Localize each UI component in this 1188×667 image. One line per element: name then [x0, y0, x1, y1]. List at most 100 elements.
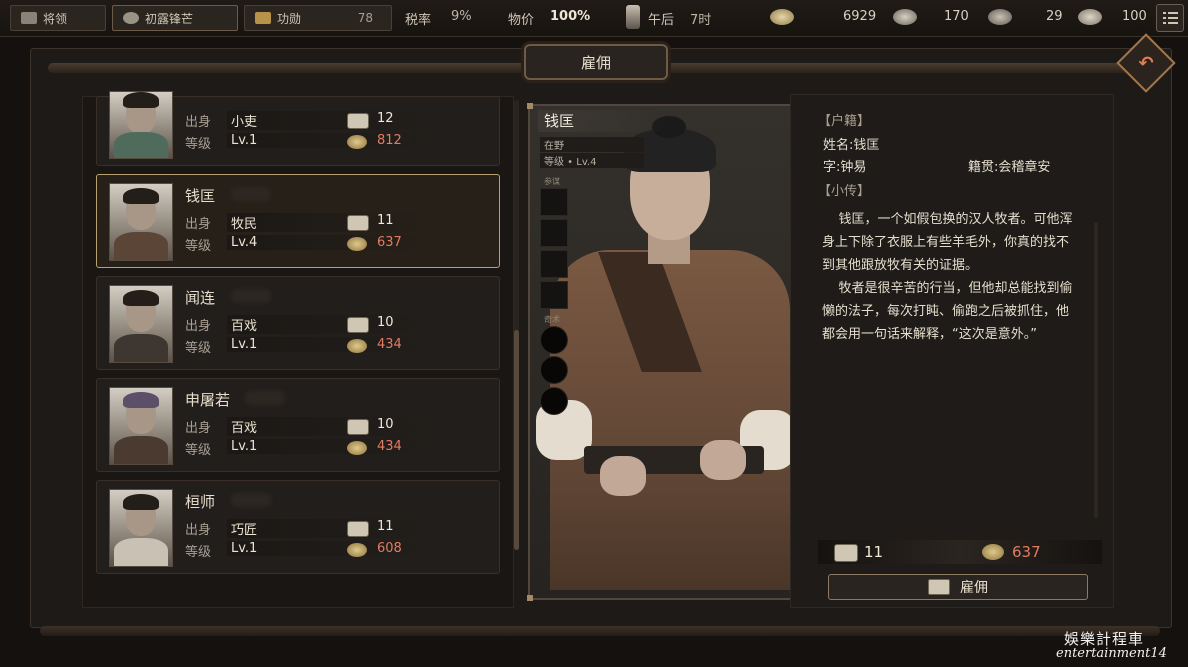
character-level: 等级 • Lv.4 — [540, 153, 644, 168]
origin-label: 出身 — [185, 319, 212, 334]
banner-icon — [21, 12, 37, 24]
coin-cost: 637 — [377, 235, 402, 250]
name-blur — [245, 391, 285, 405]
origin-value: 巧匠 — [227, 519, 431, 538]
skill-slot[interactable] — [540, 219, 568, 247]
price-label: 物价 — [508, 13, 535, 28]
name-line: 姓名:钱匡 — [823, 138, 880, 153]
hand-right — [700, 440, 746, 480]
coin-cost: 608 — [377, 541, 402, 556]
scroll-cost: 12 — [377, 111, 394, 126]
name-blur — [231, 187, 271, 201]
tab-first-blood[interactable]: 初露锋芒 — [112, 5, 238, 31]
grain-icon — [893, 9, 917, 25]
back-arrow-icon: ↶ — [1138, 52, 1154, 74]
origin-value: 百戏 — [227, 417, 431, 436]
hometown-line: 籍贯:会稽章安 — [968, 160, 1051, 175]
level-label: 等级 — [185, 443, 212, 458]
arcana-slot[interactable] — [540, 326, 568, 354]
coin-icon — [347, 543, 367, 557]
arcana-slot[interactable] — [540, 356, 568, 384]
hire-scroll-cost: 11 — [864, 543, 884, 561]
scroll-value: 100 — [1122, 9, 1147, 24]
price-value: 100% — [550, 9, 591, 24]
food-value: 170 — [944, 9, 969, 24]
candidate-card[interactable]: 闻连 出身 百戏 等级 Lv.1 10 434 — [96, 276, 500, 370]
origin-value: 百戏 — [227, 315, 431, 334]
candidate-card-selected[interactable]: 钱匡 出身 牧民 等级 Lv.4 11 637 — [96, 174, 500, 268]
menu-button[interactable] — [1156, 4, 1184, 32]
avatar — [109, 91, 173, 159]
hire-button[interactable]: 雇佣 — [828, 574, 1088, 600]
coin-icon — [347, 339, 367, 353]
candidate-name: 钱匡 — [185, 187, 216, 205]
money-value: 6929 — [843, 9, 877, 24]
tab-generals-label: 将领 — [43, 11, 68, 26]
skill-slot[interactable] — [540, 250, 568, 278]
skill-slot[interactable] — [540, 188, 568, 216]
skill-slot[interactable] — [540, 281, 568, 309]
candidate-name: 闻连 — [185, 289, 216, 307]
ore-icon — [988, 9, 1012, 25]
scrollbar-thumb[interactable] — [514, 330, 519, 550]
avatar — [109, 285, 173, 363]
coin-icon — [770, 9, 794, 25]
level-label: 等级 — [185, 341, 212, 356]
scroll-icon — [347, 113, 369, 129]
biography-heading: 【小传】 — [818, 184, 871, 199]
tax-label: 税率 — [405, 13, 432, 28]
character-status: 在野 — [540, 137, 644, 152]
top-status-bar: 将领 初露锋芒 功勋 78 税率 9% 物价 100% 午后 7时 6929 1… — [0, 0, 1188, 37]
advisor-slot-label: 参谋 — [544, 177, 560, 186]
scroll-icon — [347, 317, 369, 333]
time-period: 午后 — [648, 13, 675, 28]
biography-scrollbar[interactable] — [1094, 222, 1098, 518]
tax-value: 9% — [451, 9, 472, 24]
candidate-name: 桓师 — [185, 493, 216, 511]
scroll-icon — [1078, 9, 1102, 25]
origin-value: 牧民 — [227, 213, 431, 232]
iron-value: 29 — [1046, 9, 1063, 24]
scroll-cost: 10 — [377, 315, 394, 330]
avatar — [109, 183, 173, 261]
tab-generals[interactable]: 将领 — [10, 5, 106, 31]
scroll-icon — [347, 419, 369, 435]
merit-display[interactable]: 功勋 78 — [244, 5, 392, 31]
coin-icon — [982, 544, 1004, 560]
arcana-slot[interactable] — [540, 387, 568, 415]
candidate-card[interactable]: 出身 小吏 等级 Lv.1 12 812 — [96, 91, 500, 166]
merit-value: 78 — [357, 11, 373, 25]
tab-first-blood-label: 初露锋芒 — [145, 11, 194, 26]
merit-label: 功勋 — [277, 11, 302, 26]
coin-cost: 434 — [377, 439, 402, 454]
menu-icon — [1163, 12, 1178, 24]
level-label: 等级 — [185, 239, 212, 254]
avatar — [109, 387, 173, 465]
coin-icon — [347, 135, 367, 149]
hourglass-icon — [626, 5, 640, 29]
coin-cost: 812 — [377, 133, 402, 148]
coin-icon — [347, 237, 367, 251]
courtesy-name-line: 字:钟易 — [823, 160, 867, 175]
watermark-line-2: entertainment14 — [1056, 646, 1167, 661]
scroll-icon — [347, 215, 369, 231]
registry-heading: 【户籍】 — [818, 114, 871, 129]
coin-icon — [347, 441, 367, 455]
list-scrollbar[interactable] — [514, 100, 519, 550]
footer-ornament — [40, 626, 1160, 636]
scroll-icon — [928, 579, 950, 595]
candidate-card[interactable]: 申屠若 出身 百戏 等级 Lv.1 10 434 — [96, 378, 500, 472]
scroll-cost: 11 — [377, 213, 394, 228]
scroll-icon — [834, 544, 858, 562]
candidate-card[interactable]: 桓师 出身 巧匠 等级 Lv.1 11 608 — [96, 480, 500, 574]
hire-button-label: 雇佣 — [960, 580, 988, 596]
hire-cost-bar — [818, 540, 1102, 564]
origin-label: 出身 — [185, 523, 212, 538]
hand-left — [600, 456, 646, 496]
candidate-name: 申屠若 — [185, 391, 231, 409]
origin-label: 出身 — [185, 115, 212, 130]
brush-icon — [123, 12, 139, 24]
scroll-icon — [347, 521, 369, 537]
origin-value: 小吏 — [227, 111, 431, 130]
window-title: 雇佣 — [524, 44, 668, 80]
